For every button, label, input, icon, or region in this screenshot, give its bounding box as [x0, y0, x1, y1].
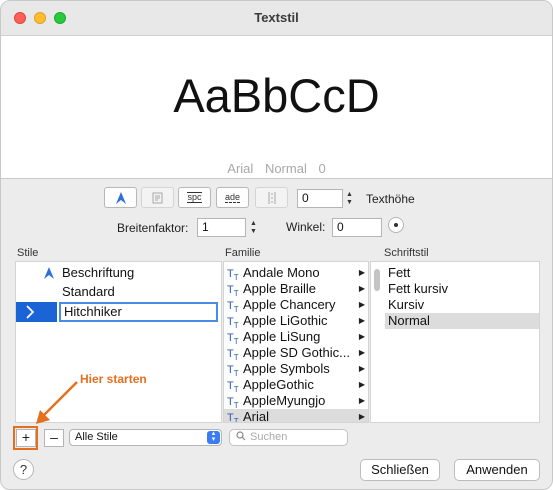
list-item[interactable]: TT Andale Mono ▶ [224, 265, 368, 282]
preview-font-info: Arial Normal 0 [1, 161, 552, 176]
style-name-input[interactable]: Hitchhiker [59, 302, 218, 322]
list-item[interactable]: Fett [371, 265, 539, 281]
annotative-icon [115, 191, 126, 204]
backwards-text-button[interactable]: ade [216, 187, 249, 208]
apply-button[interactable]: Anwenden [454, 459, 540, 481]
search-field[interactable]: Suchen [229, 429, 348, 446]
family-label: Apple LiGothic [243, 313, 328, 328]
family-label: AppleGothic [243, 377, 314, 392]
preview-font-size: 0 [318, 161, 326, 176]
styles-header: Stile [17, 247, 39, 259]
submenu-arrow-icon: ▶ [358, 348, 365, 357]
family-label: Apple Symbols [243, 361, 330, 376]
list-item-editing[interactable]: Hitchhiker [16, 302, 221, 322]
annotative-button[interactable] [104, 187, 137, 208]
submenu-arrow-icon: ▶ [358, 332, 365, 341]
style-label: Beschriftung [62, 265, 135, 280]
font-preview: AaBbCcD Arial Normal 0 [1, 36, 552, 179]
add-style-button[interactable]: + [16, 429, 36, 447]
submenu-arrow-icon: ▶ [358, 380, 365, 389]
list-item[interactable]: TT Apple LiSung ▶ [224, 329, 368, 346]
list-item-selected[interactable]: Normal [385, 313, 539, 329]
list-item[interactable]: Beschriftung [16, 265, 221, 281]
list-item[interactable]: TT AppleMyungjo ▶ [224, 393, 368, 410]
vertical-text-icon [268, 191, 275, 204]
list-item[interactable]: TT Apple Symbols ▶ [224, 361, 368, 378]
list-item[interactable]: TT Apple SD Gothic... ▶ [224, 345, 368, 362]
list-item[interactable]: Fett kursiv [371, 281, 539, 297]
chevron-right-icon [26, 305, 35, 319]
submenu-arrow-icon: ▶ [358, 284, 365, 293]
fontstyle-header: Schriftstil [384, 247, 429, 259]
submenu-arrow-icon: ▶ [358, 412, 365, 421]
spacing-button[interactable]: spc [178, 187, 211, 208]
style-label: Standard [62, 284, 115, 299]
family-label: AppleMyungjo [243, 393, 326, 408]
spc-label: spc [187, 192, 202, 203]
width-factor-input[interactable]: 1 [197, 218, 246, 237]
preview-font-style: Normal [264, 161, 307, 176]
angle-dial[interactable] [388, 217, 404, 233]
style-filter-value: Alle Stile [75, 431, 118, 443]
style-filter-select[interactable]: Alle Stile ▴ ▾ [69, 429, 222, 446]
list-item[interactable]: Standard [16, 284, 221, 300]
list-item[interactable]: TT Apple LiGothic ▶ [224, 313, 368, 330]
preview-font-name: Arial [227, 161, 254, 176]
row-selection-marker [16, 302, 57, 322]
family-header: Familie [225, 247, 261, 259]
search-placeholder: Suchen [250, 431, 288, 443]
list-item-selected[interactable]: TT Arial ▶ [224, 409, 368, 423]
width-factor-label: Breitenfaktor: [117, 221, 189, 235]
vertical-text-button[interactable] [255, 187, 288, 208]
submenu-arrow-icon: ▶ [358, 268, 365, 277]
hint-arrow-icon [36, 381, 78, 424]
text-height-input[interactable]: 0 [297, 189, 343, 208]
truetype-icon: TT [227, 412, 239, 423]
submenu-arrow-icon: ▶ [358, 364, 365, 373]
width-factor-stepper[interactable]: ▲ ▼ [248, 218, 259, 237]
preview-sample-text: AaBbCcD [173, 69, 380, 122]
help-button[interactable]: ? [13, 459, 34, 480]
search-icon [236, 431, 246, 441]
text-height-label: Texthöhe [366, 192, 415, 206]
list-item[interactable]: Kursiv [371, 297, 539, 313]
family-label: Apple Braille [243, 281, 316, 296]
family-label: Andale Mono [243, 265, 320, 280]
title-bar[interactable]: Textstil [1, 1, 552, 36]
family-label: Apple SD Gothic... [243, 345, 350, 360]
family-label: Apple Chancery [243, 297, 336, 312]
list-item[interactable]: TT Apple Chancery ▶ [224, 297, 368, 314]
angle-input[interactable]: 0 [332, 218, 382, 237]
document-style-icon [152, 192, 162, 203]
window-title: Textstil [254, 10, 299, 25]
fontstyle-list[interactable]: Fett Fett kursiv Kursiv Normal [370, 261, 540, 423]
ade-label: ade [224, 191, 241, 203]
family-list[interactable]: TT Andale Mono ▶ TT Apple Braille ▶ TT Apple … [223, 261, 369, 423]
submenu-arrow-icon: ▶ [358, 396, 365, 405]
family-label: Arial [243, 409, 270, 423]
remove-style-button[interactable]: – [44, 429, 64, 447]
close-button[interactable]: Schließen [360, 459, 440, 481]
family-label: Apple LiSung [243, 329, 321, 344]
text-height-stepper[interactable]: ▲ ▼ [344, 189, 355, 208]
chevron-updown-icon: ▴ ▾ [207, 430, 220, 444]
submenu-arrow-icon: ▶ [358, 316, 365, 325]
submenu-arrow-icon: ▶ [358, 300, 365, 309]
hint-annotation: Hier starten [80, 372, 147, 386]
style-options-button[interactable] [141, 187, 174, 208]
list-item[interactable]: TT Apple Braille ▶ [224, 281, 368, 298]
angle-label: Winkel: [286, 220, 326, 234]
annotative-icon [44, 267, 54, 279]
text-style-window: Textstil AaBbCcD Arial Normal 0 spc ade … [0, 0, 553, 490]
list-item[interactable]: TT AppleGothic ▶ [224, 377, 368, 394]
fontstyle-scrollbar[interactable] [374, 269, 380, 291]
